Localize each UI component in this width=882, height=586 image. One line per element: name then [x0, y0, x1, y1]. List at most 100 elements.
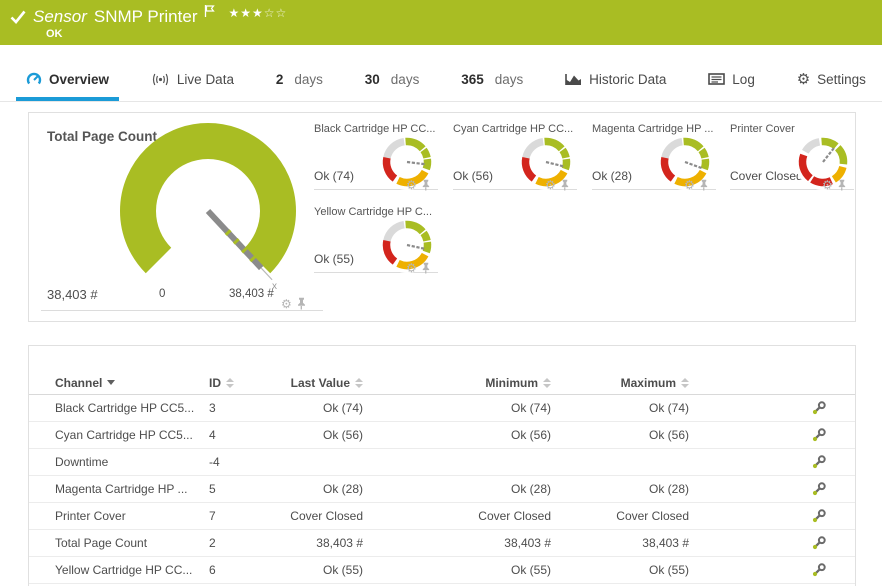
cell-channel[interactable]: Black Cartridge HP CC5...	[55, 401, 209, 415]
tab-bar: Overview Live Data 2 days 30 days 365 da…	[0, 61, 882, 102]
tab-overview[interactable]: Overview	[16, 61, 119, 101]
cell-minimum: 38,403 #	[504, 536, 551, 550]
pin-icon[interactable]	[420, 262, 431, 274]
table-row: Total Page Count 2 38,403 # 38,403 # 38,…	[29, 530, 855, 557]
sensor-header: Sensor SNMP Printer ★★★☆☆ OK	[0, 0, 882, 45]
priority-stars[interactable]: ★★★☆☆	[228, 6, 287, 20]
sort-icon	[543, 378, 551, 388]
main-gauge-scale-max: 38,403 #	[229, 288, 274, 300]
cell-last-value: Ok (56)	[323, 428, 363, 442]
gauge-icon	[26, 71, 42, 87]
cell-maximum: Cover Closed	[616, 509, 689, 523]
tab-overview-label: Overview	[49, 72, 109, 87]
tab-log[interactable]: Log	[698, 61, 765, 101]
gauge-value: Ok (55)	[314, 252, 354, 266]
table-row: Downtime -4	[29, 449, 855, 476]
sensor-page: Sensor SNMP Printer ★★★☆☆ OK Overview	[0, 0, 882, 586]
cell-channel[interactable]: Cyan Cartridge HP CC5...	[55, 428, 209, 442]
gauge-gear-icon[interactable]: ⚙	[406, 179, 417, 191]
gauge-value: Ok (28)	[592, 169, 632, 183]
ok-check-icon	[10, 10, 26, 24]
tab-live-data-label: Live Data	[177, 72, 234, 87]
tab-2-days-unit: days	[294, 72, 323, 87]
gauge-cell: Cyan Cartridge HP CC... Ok (56) ⚙	[453, 123, 580, 199]
tab-2-days[interactable]: 2 days	[266, 61, 333, 101]
tab-365-days[interactable]: 365 days	[451, 61, 533, 101]
sort-icon	[681, 378, 689, 388]
sort-icon	[355, 378, 363, 388]
tab-30-days-unit: days	[391, 72, 420, 87]
gauge-gear-icon[interactable]: ⚙	[822, 179, 833, 191]
column-header-last-value[interactable]: Last Value	[291, 376, 363, 390]
cell-id: 5	[209, 482, 253, 496]
channel-settings-icon[interactable]	[811, 400, 855, 416]
tab-log-label: Log	[732, 72, 755, 87]
gauge-gear-icon[interactable]: ⚙	[545, 179, 556, 191]
cell-maximum: Ok (55)	[649, 563, 689, 577]
pin-icon[interactable]	[698, 179, 709, 191]
gauge-cell: Printer Cover Cover Closed ⚙	[730, 123, 857, 199]
tab-30-days-number: 30	[365, 72, 380, 87]
tab-settings[interactable]: ⚙ Settings	[787, 61, 876, 101]
cell-maximum: 38,403 #	[642, 536, 689, 550]
cell-minimum: Ok (28)	[511, 482, 551, 496]
column-header-id[interactable]: ID	[209, 376, 253, 390]
table-row: Yellow Cartridge HP CC... 6 Ok (55) Ok (…	[29, 557, 855, 584]
priority-flag-icon[interactable]	[204, 5, 215, 17]
column-header-maximum[interactable]: Maximum	[621, 376, 689, 390]
cell-maximum: Ok (56)	[649, 428, 689, 442]
gauge-gear-icon[interactable]: ⚙	[281, 298, 292, 310]
pin-icon[interactable]	[559, 179, 570, 191]
gauge-cell: Black Cartridge HP CC... Ok (74) ⚙	[314, 123, 441, 199]
cell-channel[interactable]: Magenta Cartridge HP ...	[55, 482, 209, 496]
column-header-minimum[interactable]: Minimum	[485, 376, 551, 390]
tab-live-data[interactable]: Live Data	[141, 61, 244, 101]
table-row: Cyan Cartridge HP CC5... 4 Ok (56) Ok (5…	[29, 422, 855, 449]
sort-icon	[226, 378, 234, 388]
cell-channel[interactable]: Total Page Count	[55, 536, 209, 550]
stars-empty: ☆☆	[264, 6, 288, 20]
cell-minimum: Ok (55)	[511, 563, 551, 577]
historic-chart-icon	[565, 72, 582, 87]
pin-icon[interactable]	[836, 179, 847, 191]
tab-historic-data[interactable]: Historic Data	[555, 61, 676, 101]
tab-settings-label: Settings	[817, 72, 866, 87]
cell-last-value: Cover Closed	[290, 509, 363, 523]
sensor-type-label: Sensor	[33, 7, 87, 27]
cell-channel[interactable]: Yellow Cartridge HP CC...	[55, 563, 209, 577]
cell-minimum: Ok (56)	[511, 428, 551, 442]
channel-settings-icon[interactable]	[811, 535, 855, 551]
channels-panel: Channel ID Last Value Minimum Maximum Bl…	[28, 345, 856, 586]
overview-gauges-panel: Total Page Count x 38,403 # 0 38,403 # ⚙…	[28, 112, 856, 322]
cell-maximum: Ok (74)	[649, 401, 689, 415]
gauge-value: Ok (56)	[453, 169, 493, 183]
main-gauge-value: 38,403 #	[47, 287, 98, 302]
cell-id: -4	[209, 455, 253, 469]
cell-last-value: 38,403 #	[316, 536, 363, 550]
cell-channel[interactable]: Downtime	[55, 455, 209, 469]
tab-historic-data-label: Historic Data	[589, 72, 666, 87]
channel-settings-icon[interactable]	[811, 427, 855, 443]
channel-settings-icon[interactable]	[811, 481, 855, 497]
channel-settings-icon[interactable]	[811, 454, 855, 470]
settings-gear-icon: ⚙	[797, 72, 810, 87]
pin-icon[interactable]	[295, 297, 307, 310]
gauge-gear-icon[interactable]: ⚙	[406, 262, 417, 274]
channel-settings-icon[interactable]	[811, 562, 855, 578]
cell-channel[interactable]: Printer Cover	[55, 509, 209, 523]
cell-id: 2	[209, 536, 253, 550]
pin-icon[interactable]	[420, 179, 431, 191]
sort-desc-icon	[107, 380, 115, 385]
cell-id: 4	[209, 428, 253, 442]
tab-30-days[interactable]: 30 days	[355, 61, 430, 101]
cell-id: 7	[209, 509, 253, 523]
gauge-gear-icon[interactable]: ⚙	[684, 179, 695, 191]
cell-last-value: Ok (28)	[323, 482, 363, 496]
column-header-channel[interactable]: Channel	[55, 376, 209, 390]
tab-365-days-number: 365	[461, 72, 484, 87]
gauge-value: Cover Closed	[730, 169, 803, 183]
sensor-title: SNMP Printer	[94, 7, 198, 27]
channel-settings-icon[interactable]	[811, 508, 855, 524]
gauge-value: Ok (74)	[314, 169, 354, 183]
tab-2-days-number: 2	[276, 72, 284, 87]
